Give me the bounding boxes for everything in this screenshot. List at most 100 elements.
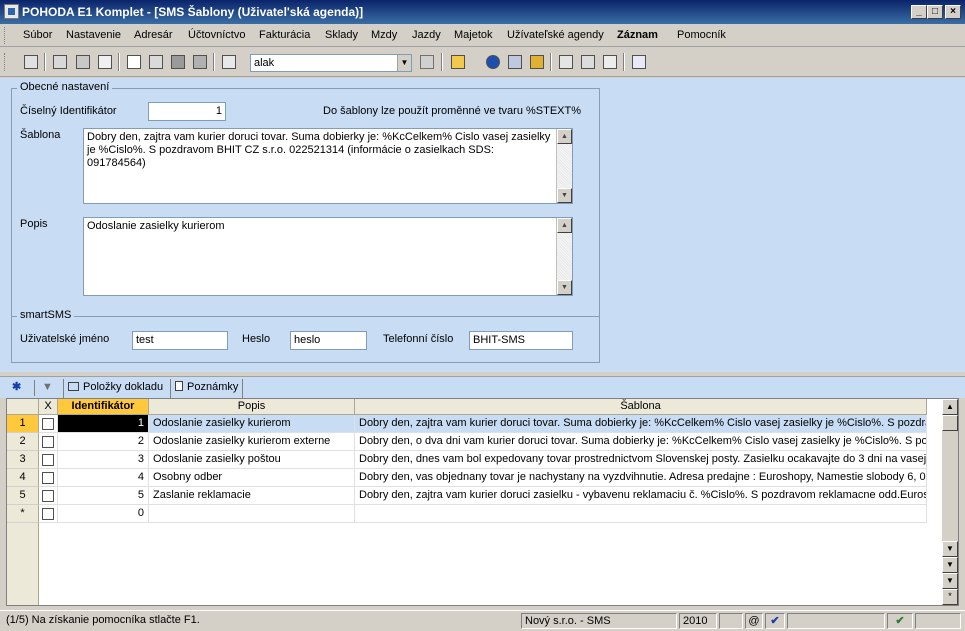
filter-tab-icon[interactable]: ▼ xyxy=(38,379,60,398)
cell-popis[interactable]: Odoslanie zasielky kurierom externe xyxy=(149,433,355,451)
menu-uzivatelske-agendy[interactable]: Užívateľské agendy xyxy=(507,29,604,41)
phone-field[interactable]: BHIT-SMS xyxy=(469,331,573,350)
print-preview-icon[interactable] xyxy=(96,53,114,71)
cell-popis[interactable]: Osobny odber xyxy=(149,469,355,487)
menu-majetok[interactable]: Majetok xyxy=(454,29,493,41)
scroll-thumb[interactable] xyxy=(942,415,958,431)
new-row-icon[interactable]: * xyxy=(942,589,958,605)
scroll-down-icon[interactable]: ▼ xyxy=(942,541,958,557)
popis-scrollbar[interactable]: ▲ ▼ xyxy=(556,218,572,295)
row-number[interactable]: 3 xyxy=(7,451,39,469)
cell-popis[interactable]: Zaslanie reklamacie xyxy=(149,487,355,505)
cell-identifikator[interactable]: 4 xyxy=(58,469,149,487)
row-number[interactable]: * xyxy=(7,505,39,523)
template-scrollbar[interactable]: ▲ ▼ xyxy=(556,129,572,203)
cell-identifikator[interactable]: 5 xyxy=(58,487,149,505)
row-checkbox[interactable] xyxy=(42,454,54,466)
agenda-combo[interactable]: alak ▼ xyxy=(250,54,412,72)
cell-sablona[interactable]: Dobry den, o dva dni vam kurier doruci t… xyxy=(355,433,927,451)
menu-sklady[interactable]: Sklady xyxy=(325,29,358,41)
row-checkbox[interactable] xyxy=(42,436,54,448)
filter-icon[interactable] xyxy=(418,53,436,71)
column-header-x[interactable]: X xyxy=(39,399,58,415)
row-checkbox[interactable] xyxy=(42,472,54,484)
toolbar-separator xyxy=(550,53,552,71)
cell-sablona[interactable]: Dobry den, zajtra vam kurier doruci tova… xyxy=(355,415,927,433)
printer-icon[interactable] xyxy=(74,53,92,71)
coins-icon[interactable] xyxy=(528,53,546,71)
row-checkbox[interactable] xyxy=(42,508,54,520)
cell-sablona[interactable]: Dobry den, vas objednany tovar je nachys… xyxy=(355,469,927,487)
grid-scrollbar[interactable]: ▲ ▼ ▼ ▼ * xyxy=(942,399,958,605)
cell-popis[interactable]: Odoslanie zasielky poštou xyxy=(149,451,355,469)
help-icon[interactable] xyxy=(630,53,648,71)
row-checkbox-cell[interactable] xyxy=(39,487,58,505)
cell-popis[interactable]: Odoslanie zasielky kurierom xyxy=(149,415,355,433)
minimize-button[interactable]: _ xyxy=(911,5,927,19)
scroll-page-down-icon[interactable]: ▼ xyxy=(942,557,958,573)
column-header-identifikator[interactable]: Identifikátor xyxy=(58,399,149,415)
cell-sablona[interactable]: Dobry den, dnes vam bol expedovany tovar… xyxy=(355,451,927,469)
scroll-top-icon[interactable]: ▲ xyxy=(942,399,958,415)
document-icon[interactable] xyxy=(601,53,619,71)
cell-sablona[interactable]: Dobry den, zajtra vam kurier doruci zasi… xyxy=(355,487,927,505)
print-icon[interactable] xyxy=(51,53,69,71)
cell-identifikator[interactable]: 2 xyxy=(58,433,149,451)
row-checkbox-cell[interactable] xyxy=(39,433,58,451)
menu-zaznam[interactable]: Záznam xyxy=(617,29,658,41)
row-checkbox-cell[interactable] xyxy=(39,505,58,523)
row-number[interactable]: 1 xyxy=(7,415,39,433)
new-record-icon[interactable] xyxy=(125,53,143,71)
exit-icon[interactable] xyxy=(22,53,40,71)
template-textarea[interactable]: Dobry den, zajtra vam kurier doruci tova… xyxy=(83,128,573,204)
scroll-bottom-icon[interactable]: ▼ xyxy=(942,573,958,589)
tab-polozky-dokladu[interactable]: Položky dokladu xyxy=(63,379,163,398)
tab-poznamky[interactable]: Poznámky xyxy=(170,379,244,398)
id-field[interactable]: 1 xyxy=(148,102,226,121)
menu-mzdy[interactable]: Mzdy xyxy=(371,29,397,41)
row-number[interactable]: 5 xyxy=(7,487,39,505)
scroll-up-icon[interactable]: ▲ xyxy=(557,218,572,233)
password-field[interactable]: heslo xyxy=(290,331,367,350)
menu-pomocnik[interactable]: Pomocník xyxy=(677,29,726,41)
asterisk-tab-icon[interactable]: ✱ xyxy=(8,379,30,398)
column-header-popis[interactable]: Popis xyxy=(149,399,355,415)
cell-identifikator[interactable]: 3 xyxy=(58,451,149,469)
list-icon[interactable] xyxy=(557,53,575,71)
euro-icon[interactable] xyxy=(484,53,502,71)
scroll-down-icon[interactable]: ▼ xyxy=(557,188,572,203)
templates-grid: X Identifikátor Popis Šablona 1 1 Odosla… xyxy=(6,398,959,606)
close-button[interactable]: × xyxy=(945,5,961,19)
cell-popis[interactable] xyxy=(149,505,355,523)
row-checkbox[interactable] xyxy=(42,418,54,430)
column-header-sablona[interactable]: Šablona xyxy=(355,399,927,415)
cell-identifikator[interactable]: 1 xyxy=(58,415,149,433)
menu-uctovnictvo[interactable]: Účtovníctvo xyxy=(188,29,245,41)
calculator-icon[interactable] xyxy=(506,53,524,71)
folder-icon[interactable] xyxy=(449,53,467,71)
menu-nastavenie[interactable]: Nastavenie xyxy=(66,29,121,41)
scroll-up-icon[interactable]: ▲ xyxy=(557,129,572,144)
menu-subor[interactable]: Súbor xyxy=(23,29,52,41)
row-number[interactable]: 2 xyxy=(7,433,39,451)
row-checkbox-cell[interactable] xyxy=(39,415,58,433)
popis-textarea[interactable]: Odoslanie zasielky kurierom ▲ ▼ xyxy=(83,217,573,296)
save-icon[interactable] xyxy=(169,53,187,71)
menu-adresar[interactable]: Adresár xyxy=(134,29,173,41)
detail-icon[interactable] xyxy=(579,53,597,71)
row-number[interactable]: 4 xyxy=(7,469,39,487)
cell-sablona[interactable] xyxy=(355,505,927,523)
username-field[interactable]: test xyxy=(132,331,228,350)
scroll-down-icon[interactable]: ▼ xyxy=(557,280,572,295)
row-checkbox[interactable] xyxy=(42,490,54,502)
maximize-button[interactable]: □ xyxy=(927,5,943,19)
copy-icon[interactable] xyxy=(220,53,238,71)
menu-jazdy[interactable]: Jazdy xyxy=(412,29,441,41)
edit-icon[interactable] xyxy=(147,53,165,71)
cell-identifikator[interactable]: 0 xyxy=(58,505,149,523)
chevron-down-icon[interactable]: ▼ xyxy=(397,55,411,71)
row-checkbox-cell[interactable] xyxy=(39,469,58,487)
menu-fakturacia[interactable]: Fakturácia xyxy=(259,29,310,41)
cancel-icon[interactable] xyxy=(191,53,209,71)
row-checkbox-cell[interactable] xyxy=(39,451,58,469)
